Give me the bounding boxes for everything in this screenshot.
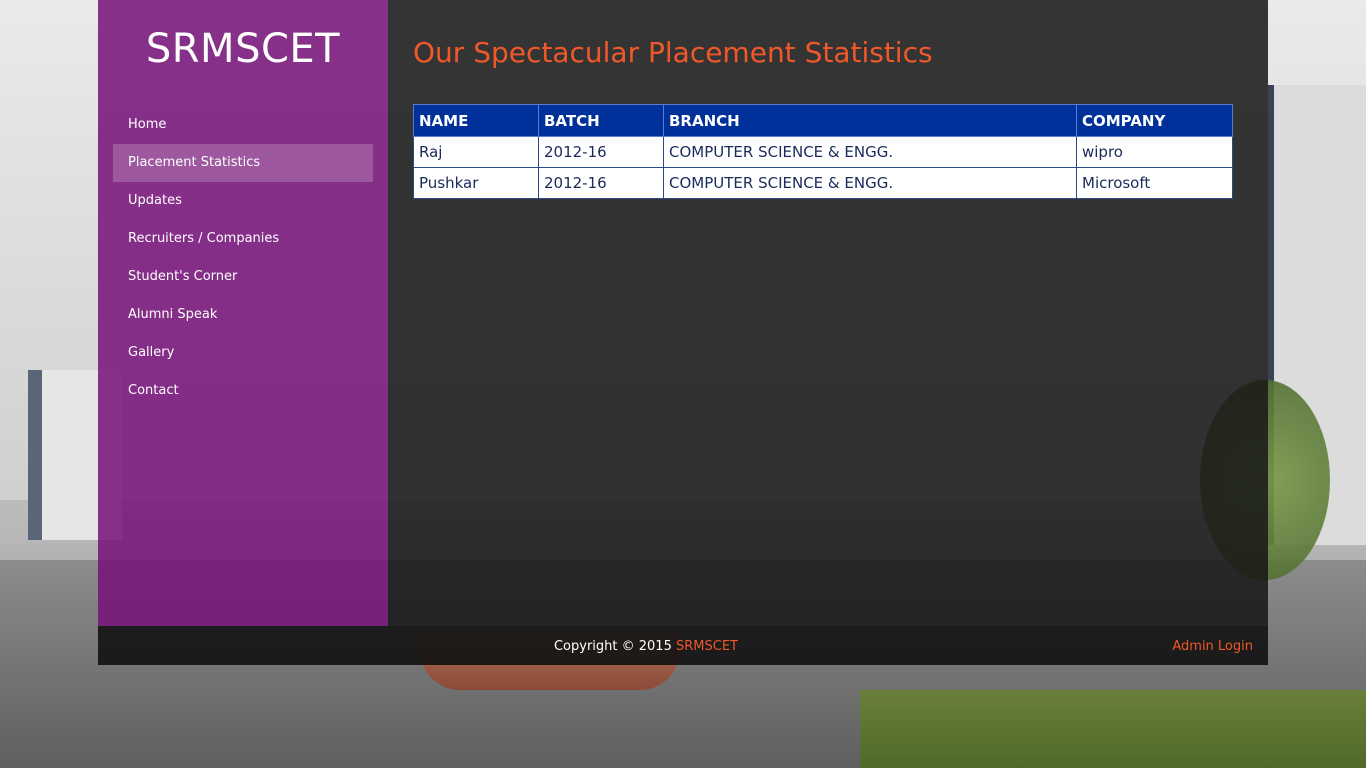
column-header-name: NAME [413, 104, 539, 137]
cell-name: Raj [413, 136, 539, 168]
cell-name: Pushkar [413, 167, 539, 199]
sidebar-nav: Home Placement Statistics Updates Recrui… [113, 106, 373, 410]
table-row: Raj 2012-16 COMPUTER SCIENCE & ENGG. wip… [413, 136, 1233, 168]
column-header-batch: BATCH [538, 104, 664, 137]
main-content: Our Spectacular Placement Statistics NAM… [388, 0, 1268, 626]
placement-table: NAME BATCH BRANCH COMPANY Raj 2012-16 CO… [413, 104, 1233, 199]
sidebar-item-placement-statistics[interactable]: Placement Statistics [113, 144, 373, 182]
cell-batch: 2012-16 [538, 136, 664, 168]
site-logo[interactable]: SRMSCET [98, 26, 388, 72]
bg-grass [860, 690, 1366, 768]
column-header-company: COMPANY [1076, 104, 1233, 137]
sidebar: SRMSCET Home Placement Statistics Update… [98, 0, 388, 626]
table-header-row: NAME BATCH BRANCH COMPANY [413, 104, 1233, 137]
sidebar-item-contact[interactable]: Contact [113, 372, 373, 410]
sidebar-item-recruiters-companies[interactable]: Recruiters / Companies [113, 220, 373, 258]
footer: Copyright © 2015 SRMSCET Admin Login [98, 626, 1268, 665]
sidebar-item-students-corner[interactable]: Student's Corner [113, 258, 373, 296]
cell-company: wipro [1076, 136, 1233, 168]
cell-company: Microsoft [1076, 167, 1233, 199]
cell-branch: COMPUTER SCIENCE & ENGG. [663, 167, 1077, 199]
sidebar-item-home[interactable]: Home [113, 106, 373, 144]
table-row: Pushkar 2012-16 COMPUTER SCIENCE & ENGG.… [413, 167, 1233, 199]
cell-branch: COMPUTER SCIENCE & ENGG. [663, 136, 1077, 168]
copyright-text: Copyright © 2015 SRMSCET [98, 626, 1194, 668]
sidebar-item-gallery[interactable]: Gallery [113, 334, 373, 372]
cell-batch: 2012-16 [538, 167, 664, 199]
admin-login-link[interactable]: Admin Login [1172, 626, 1253, 668]
page-title: Our Spectacular Placement Statistics [413, 36, 933, 69]
page-container: SRMSCET Home Placement Statistics Update… [98, 0, 1268, 665]
copyright-prefix: Copyright © 2015 [553, 639, 676, 654]
copyright-site-link[interactable]: SRMSCET [676, 639, 738, 654]
column-header-branch: BRANCH [663, 104, 1077, 137]
sidebar-item-alumni-speak[interactable]: Alumni Speak [113, 296, 373, 334]
sidebar-item-updates[interactable]: Updates [113, 182, 373, 220]
